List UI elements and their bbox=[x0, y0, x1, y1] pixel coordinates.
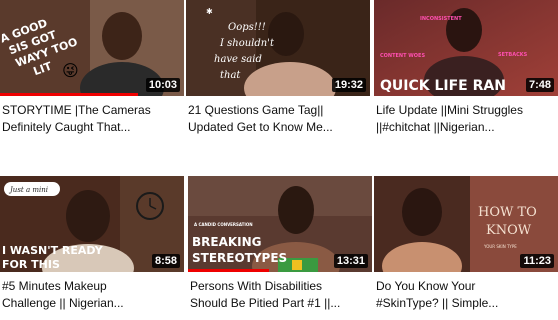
bubble-text: Just a mini bbox=[8, 186, 48, 194]
emoji-icon: 😜 bbox=[62, 63, 79, 80]
video-title[interactable]: Do You Know Your #SkinType? || Simple... bbox=[374, 278, 558, 312]
video-title-line: #5 Minutes Makeup bbox=[2, 279, 107, 293]
thumb-text-line: FOR THIS bbox=[2, 258, 60, 271]
video-title-line: #SkinType? || Simple... bbox=[376, 296, 499, 310]
video-title-line: 21 Questions Game Tag|| bbox=[188, 103, 324, 117]
watch-progress-bar bbox=[0, 93, 138, 96]
thumb-small-text: YOUR SKIN TYPE bbox=[483, 244, 517, 249]
video-title-line: Challenge || Nigerian... bbox=[2, 296, 124, 310]
video-card[interactable]: A CANDID CONVERSATION BREAKING STEREOTYP… bbox=[188, 176, 372, 312]
thumb-text-line: STEREOTYPES bbox=[192, 251, 287, 265]
video-title-line: Life Update ||Mini Struggles bbox=[376, 103, 523, 117]
video-thumbnail[interactable]: INCONSISTENT CONTENT WOES SETBACKS QUICK… bbox=[374, 0, 558, 96]
video-thumbnail[interactable]: HOW TO KNOW YOUR SKIN TYPE 11:23 bbox=[374, 176, 558, 272]
duration-badge: 19:32 bbox=[331, 78, 366, 92]
duration-badge: 13:31 bbox=[333, 254, 368, 268]
thumb-text-line: I shouldn't bbox=[219, 38, 275, 49]
video-title-line: Definitely Caught That... bbox=[2, 120, 131, 134]
duration-badge: 11:23 bbox=[520, 254, 554, 268]
video-title[interactable]: STORYTIME |The Cameras Definitely Caught… bbox=[0, 102, 184, 136]
video-title-line: STORYTIME |The Cameras bbox=[2, 103, 151, 117]
video-card[interactable]: Oops!!! I shouldn't have said that ✱ 19:… bbox=[186, 0, 370, 136]
video-title-line: Updated Get to Know Me... bbox=[188, 120, 333, 134]
video-card[interactable]: A GOOD SIS GOT WAYY TOO LIT 😜 10:03 STOR… bbox=[0, 0, 184, 136]
video-card[interactable]: Just a mini I WASN'T READY FOR THIS 8:58… bbox=[0, 176, 184, 312]
duration-badge: 10:03 bbox=[145, 78, 180, 92]
thumb-tag: SETBACKS bbox=[498, 52, 528, 58]
watch-progress-bar bbox=[188, 269, 269, 272]
video-title-line: Persons With Disabilities bbox=[190, 279, 323, 293]
thumb-main-text: QUICK LIFE RAN bbox=[380, 78, 506, 94]
thumb-text-line: have said bbox=[214, 54, 262, 65]
thumb-tag: CONTENT WOES bbox=[380, 53, 425, 59]
video-title[interactable]: Persons With Disabilities Should Be Piti… bbox=[188, 278, 372, 312]
thumb-small-text: A CANDID CONVERSATION bbox=[194, 222, 253, 227]
thumb-text-line: HOW TO bbox=[478, 205, 537, 220]
video-title-line: Should Be Pitied Part #1 ||... bbox=[190, 296, 341, 310]
video-title-line: Do You Know Your bbox=[376, 279, 476, 293]
video-thumbnail[interactable]: A CANDID CONVERSATION BREAKING STEREOTYP… bbox=[188, 176, 372, 272]
thumb-text-line: Oops!!! bbox=[228, 22, 266, 33]
thumb-text-line: I WASN'T READY bbox=[2, 244, 104, 257]
sparkle-icon: ✱ bbox=[206, 7, 213, 16]
thumb-text-line: KNOW bbox=[486, 223, 532, 238]
video-card[interactable]: INCONSISTENT CONTENT WOES SETBACKS QUICK… bbox=[374, 0, 558, 136]
video-title[interactable]: #5 Minutes Makeup Challenge || Nigerian.… bbox=[0, 278, 184, 312]
duration-badge: 8:58 bbox=[151, 254, 180, 268]
video-title-line: ||#chitchat ||Nigerian... bbox=[376, 120, 495, 134]
video-thumbnail[interactable]: A GOOD SIS GOT WAYY TOO LIT 😜 10:03 bbox=[0, 0, 184, 96]
video-thumbnail[interactable]: Just a mini I WASN'T READY FOR THIS 8:58 bbox=[0, 176, 184, 272]
thumb-text-line: BREAKING bbox=[192, 235, 262, 249]
thumb-text-line: that bbox=[220, 70, 241, 81]
thumb-tag: INCONSISTENT bbox=[420, 16, 462, 22]
duration-badge: 7:48 bbox=[525, 78, 554, 92]
video-title[interactable]: Life Update ||Mini Struggles ||#chitchat… bbox=[374, 102, 558, 136]
video-thumbnail[interactable]: Oops!!! I shouldn't have said that ✱ 19:… bbox=[186, 0, 370, 96]
video-card[interactable]: HOW TO KNOW YOUR SKIN TYPE 11:23 Do You … bbox=[374, 176, 558, 312]
video-title[interactable]: 21 Questions Game Tag|| Updated Get to K… bbox=[186, 102, 370, 136]
